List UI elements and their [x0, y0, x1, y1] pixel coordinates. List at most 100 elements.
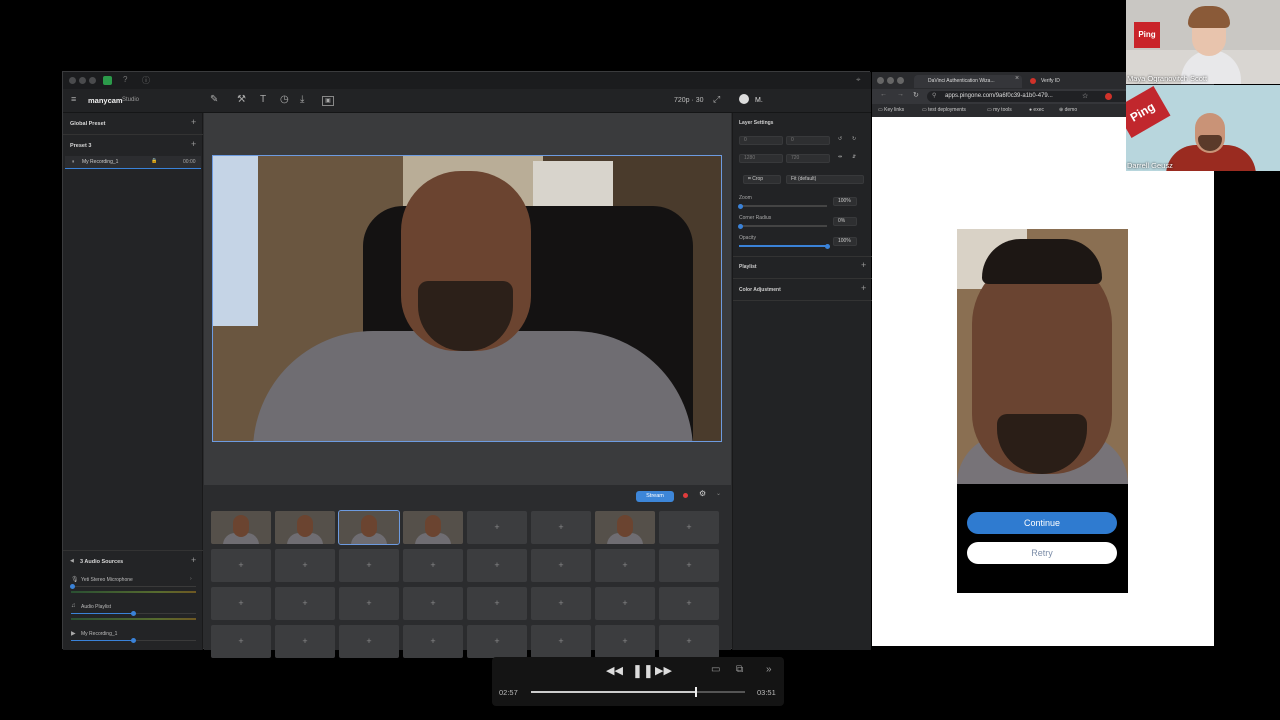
- reload-icon[interactable]: ↻: [913, 91, 919, 99]
- fit-select[interactable]: Fit (default): [786, 175, 864, 184]
- empty-preset-slot[interactable]: +: [275, 549, 335, 582]
- audio-volume-knob[interactable]: [131, 638, 136, 643]
- corner-radius-slider[interactable]: [738, 223, 827, 229]
- audio-volume-slider[interactable]: [71, 638, 196, 643]
- empty-preset-slot[interactable]: +: [211, 587, 271, 620]
- crop-button[interactable]: ⌗ Crop: [743, 175, 781, 184]
- flip-horizontal-icon[interactable]: ⇹: [838, 154, 842, 160]
- zoom-slider-knob[interactable]: [738, 203, 744, 209]
- corner-radius-slider-knob[interactable]: [738, 223, 744, 229]
- menu-icon[interactable]: ≡: [71, 94, 76, 104]
- preset-thumbnail[interactable]: [275, 511, 335, 544]
- empty-preset-slot[interactable]: +: [211, 549, 271, 582]
- retry-button[interactable]: Retry: [967, 542, 1117, 564]
- bookmark-item[interactable]: ● exec: [1029, 107, 1044, 113]
- height-field[interactable]: 720: [786, 154, 830, 163]
- empty-preset-slot[interactable]: +: [403, 549, 463, 582]
- empty-preset-slot[interactable]: +: [211, 625, 271, 658]
- preset-thumbnail[interactable]: [595, 511, 655, 544]
- empty-preset-slot[interactable]: +: [467, 549, 527, 582]
- close-window-icon[interactable]: [69, 77, 76, 84]
- bookmark-item[interactable]: ▭ test deployments: [922, 107, 966, 113]
- width-field[interactable]: 1280: [739, 154, 783, 163]
- empty-preset-slot[interactable]: +: [339, 625, 399, 658]
- extension-icon[interactable]: [1105, 93, 1112, 100]
- stream-button[interactable]: Stream: [636, 491, 674, 502]
- forward-icon[interactable]: →: [897, 91, 904, 98]
- avatar[interactable]: [739, 94, 749, 104]
- rotate-right-icon[interactable]: ↻: [852, 136, 856, 142]
- audio-source-item[interactable]: ▶ My Recording_1: [63, 627, 203, 649]
- picture-in-picture-icon[interactable]: ⧉: [736, 664, 743, 675]
- fast-forward-icon[interactable]: ▶▶: [655, 664, 672, 677]
- empty-preset-slot[interactable]: +: [595, 549, 655, 582]
- preset-thumbnail[interactable]: [338, 510, 400, 545]
- recording-list-item[interactable]: ⏸ My Recording_1 🔒 00:00: [65, 156, 201, 169]
- info-icon[interactable]: ⓘ: [142, 75, 150, 86]
- bookmark-item[interactable]: ▭ my tools: [987, 107, 1012, 113]
- site-info-icon[interactable]: ⚲: [932, 92, 936, 99]
- fullscreen-icon[interactable]: ⤢: [713, 94, 720, 105]
- add-audio-source-button[interactable]: +: [191, 555, 196, 565]
- close-tab-icon[interactable]: ×: [1015, 75, 1019, 82]
- drag-handle-icon[interactable]: ⏸: [72, 159, 75, 165]
- empty-preset-slot[interactable]: +: [275, 625, 335, 658]
- empty-preset-slot[interactable]: +: [339, 587, 399, 620]
- seek-bar[interactable]: [531, 687, 745, 697]
- browser-tab[interactable]: DaVinci Authentication Wiza...: [914, 75, 1022, 88]
- audio-source-item[interactable]: 🎙 Yeti Stereo Microphone ›: [63, 573, 203, 597]
- empty-preset-slot[interactable]: +: [531, 625, 591, 658]
- empty-preset-slot[interactable]: +: [339, 549, 399, 582]
- pencil-icon[interactable]: ✎: [210, 94, 218, 105]
- chevron-right-icon[interactable]: ›: [190, 576, 192, 582]
- empty-preset-slot[interactable]: +: [275, 587, 335, 620]
- empty-preset-slot[interactable]: +: [467, 625, 527, 658]
- corner-radius-value-field[interactable]: 0%: [833, 217, 857, 226]
- bookmark-item[interactable]: ▭ Key links: [878, 107, 904, 113]
- minimize-window-icon[interactable]: [79, 77, 86, 84]
- bookmark-star-icon[interactable]: ☆: [1082, 92, 1088, 100]
- add-global-preset-button[interactable]: +: [191, 117, 196, 127]
- audio-volume-slider[interactable]: [71, 611, 196, 616]
- url-input[interactable]: ⚲ apps.pingone.com/9a6f0c39-a1b0-479...: [927, 91, 1159, 102]
- minimize-window-icon[interactable]: [887, 77, 894, 84]
- timer-icon[interactable]: ◷: [280, 94, 289, 105]
- add-preset-button[interactable]: +: [191, 139, 196, 149]
- opacity-slider-knob[interactable]: [824, 243, 830, 249]
- rewind-icon[interactable]: ◀◀: [606, 664, 623, 677]
- add-color-adjustment-button[interactable]: +: [861, 283, 866, 293]
- resolution-selector[interactable]: 720p · 30: [674, 97, 704, 104]
- audio-volume-knob[interactable]: [131, 611, 136, 616]
- empty-preset-slot[interactable]: +: [403, 587, 463, 620]
- preset-thumbnail[interactable]: [403, 511, 463, 544]
- maximize-window-icon[interactable]: [897, 77, 904, 84]
- text-icon[interactable]: T: [260, 94, 266, 105]
- flip-vertical-icon[interactable]: ⇵: [852, 154, 856, 160]
- record-button[interactable]: [683, 493, 688, 498]
- maximize-window-icon[interactable]: [89, 77, 96, 84]
- audio-source-item[interactable]: ♫ Audio Playlist: [63, 600, 203, 624]
- opacity-value-field[interactable]: 100%: [833, 237, 857, 246]
- empty-preset-slot[interactable]: +: [595, 587, 655, 620]
- audio-volume-knob[interactable]: [70, 584, 75, 589]
- preset-thumbnail[interactable]: [211, 511, 271, 544]
- more-icon[interactable]: »: [766, 664, 772, 675]
- seek-bar-handle[interactable]: [694, 687, 697, 697]
- zoom-value-field[interactable]: 100%: [833, 197, 857, 206]
- download-icon[interactable]: ⤓: [300, 94, 304, 105]
- empty-preset-slot[interactable]: +: [467, 511, 527, 544]
- close-window-icon[interactable]: [877, 77, 884, 84]
- live-video-preview[interactable]: [212, 155, 722, 442]
- empty-preset-slot[interactable]: +: [531, 549, 591, 582]
- opacity-slider[interactable]: [739, 243, 830, 249]
- bookmark-item[interactable]: ⊕ demo: [1059, 107, 1077, 113]
- zoom-slider[interactable]: [738, 203, 827, 209]
- back-icon[interactable]: ←: [880, 91, 887, 98]
- browser-tab[interactable]: Verify ID: [1027, 75, 1097, 88]
- image-icon[interactable]: ▣: [322, 96, 334, 106]
- y-position-field[interactable]: 0: [786, 136, 830, 145]
- magic-wand-icon[interactable]: ⚒: [237, 94, 246, 105]
- airplay-icon[interactable]: ▭: [711, 664, 720, 675]
- empty-preset-slot[interactable]: +: [595, 625, 655, 658]
- empty-preset-slot[interactable]: +: [531, 587, 591, 620]
